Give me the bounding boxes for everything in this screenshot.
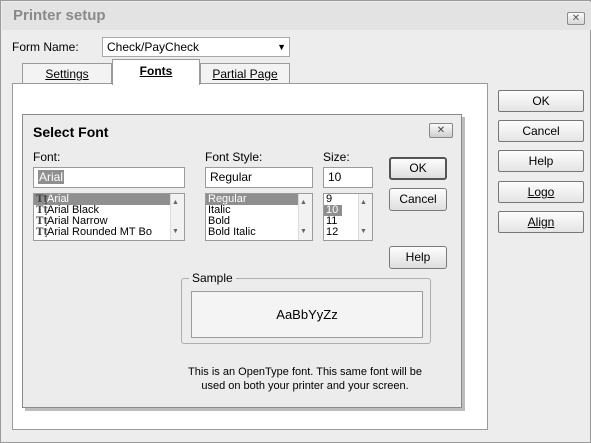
font-listbox[interactable]: TţArial TţArial Black TţArial Narrow TţA… — [33, 193, 185, 241]
select-font-dialog: Select Font ✕ Font: Arial TţArial TţAria… — [22, 114, 462, 408]
font-label: Font: — [33, 150, 61, 164]
window-title: Printer setup — [13, 7, 106, 24]
chevron-down-icon[interactable]: ▼ — [277, 42, 286, 52]
font-name-input[interactable]: Arial — [33, 167, 185, 188]
scroll-up-icon[interactable]: ▲ — [360, 199, 367, 206]
style-list-scrollbar[interactable]: ▲ ▼ — [298, 194, 312, 240]
ok-button[interactable]: OK — [498, 90, 584, 112]
dialog-ok-button[interactable]: OK — [389, 157, 447, 180]
logo-button[interactable]: Logo — [498, 181, 584, 203]
tab-fonts-label: Fonts — [139, 64, 173, 78]
tab-settings-label: Settings — [45, 67, 89, 81]
tab-partial-page[interactable]: Partial Page — [200, 63, 290, 85]
align-button[interactable]: Align — [498, 211, 584, 233]
dialog-title: Select Font — [33, 124, 109, 140]
font-name-value: Arial — [38, 170, 65, 184]
font-style-input[interactable]: Regular — [205, 167, 313, 188]
font-style-label: Font Style: — [205, 150, 263, 164]
dialog-help-button[interactable]: Help — [389, 246, 447, 269]
truetype-font-icon: Tţ — [36, 227, 49, 238]
truetype-font-icon: Tţ — [36, 205, 49, 216]
truetype-font-icon: Tţ — [36, 216, 49, 227]
printer-setup-window: Printer setup ✕ Form Name: Check/PayChec… — [0, 0, 591, 443]
list-item[interactable]: TţArial Rounded MT Bo — [34, 227, 184, 239]
scroll-down-icon[interactable]: ▼ — [360, 228, 367, 235]
scroll-down-icon[interactable]: ▼ — [172, 228, 179, 235]
font-list-scrollbar[interactable]: ▲ ▼ — [170, 194, 184, 240]
sample-preview: AaBbYyZz — [191, 291, 423, 338]
dialog-close-button[interactable]: ✕ — [429, 123, 453, 138]
font-info-text: This is an OpenType font. This same font… — [173, 365, 437, 393]
form-name-value: Check/PayCheck — [107, 40, 200, 54]
size-label: Size: — [323, 150, 350, 164]
tab-fonts[interactable]: Fonts — [112, 59, 200, 85]
truetype-font-icon: Tţ — [36, 194, 49, 205]
dialog-cancel-button[interactable]: Cancel — [389, 188, 447, 211]
logo-button-label: Logo — [527, 185, 555, 199]
list-item[interactable]: Bold Italic — [206, 227, 312, 238]
form-name-select[interactable]: Check/PayCheck ▼ — [102, 37, 290, 57]
scroll-down-icon[interactable]: ▼ — [300, 228, 307, 235]
scroll-up-icon[interactable]: ▲ — [172, 199, 179, 206]
font-style-listbox[interactable]: Regular Italic Bold Bold Italic ▲ ▼ — [205, 193, 313, 241]
help-button[interactable]: Help — [498, 150, 584, 172]
scroll-up-icon[interactable]: ▲ — [300, 199, 307, 206]
size-listbox[interactable]: 9 10 11 12 ▲ ▼ — [323, 193, 373, 241]
size-input[interactable]: 10 — [323, 167, 373, 188]
align-button-label: Align — [527, 215, 555, 229]
size-list-scrollbar[interactable]: ▲ ▼ — [358, 194, 372, 240]
tab-settings[interactable]: Settings — [22, 63, 112, 85]
window-close-button[interactable]: ✕ — [567, 12, 585, 25]
sample-label: Sample — [189, 271, 236, 285]
cancel-button[interactable]: Cancel — [498, 120, 584, 142]
tab-partial-page-label: Partial Page — [212, 67, 278, 81]
font-info-line-2: used on both your printer and your scree… — [201, 380, 409, 392]
font-info-line-1: This is an OpenType font. This same font… — [188, 366, 422, 378]
form-name-label: Form Name: — [12, 40, 79, 54]
